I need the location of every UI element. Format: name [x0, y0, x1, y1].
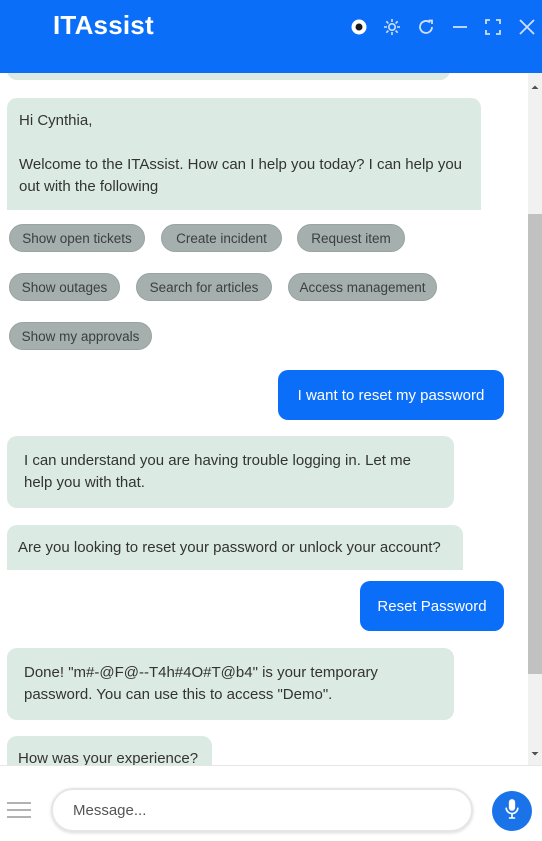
bot-message: Are you looking to reset your password o… — [7, 525, 463, 570]
minimize-icon[interactable] — [449, 16, 471, 38]
quick-reply-show-open-tickets[interactable]: Show open tickets — [9, 224, 145, 252]
welcome-body: Welcome to the ITAssist. How can I help … — [19, 156, 463, 195]
refresh-icon[interactable] — [415, 16, 437, 38]
microphone-button[interactable] — [492, 791, 532, 831]
quick-reply-show-outages[interactable]: Show outages — [9, 273, 120, 301]
bot-message: I can understand you are having trouble … — [7, 436, 454, 508]
quick-reply-request-item[interactable]: Request item — [297, 224, 405, 252]
scroll-down-icon[interactable] — [528, 747, 542, 761]
welcome-message: Hi Cynthia, Welcome to the ITAssist. How… — [7, 98, 481, 210]
maximize-icon[interactable] — [482, 16, 504, 38]
welcome-greeting: Hi Cynthia, — [19, 112, 93, 129]
quick-reply-show-my-approvals[interactable]: Show my approvals — [9, 322, 152, 350]
quick-reply-create-incident[interactable]: Create incident — [161, 224, 282, 252]
user-message: Reset Password — [360, 581, 504, 631]
quick-reply-access-management[interactable]: Access management — [288, 273, 437, 301]
app-title: ITAssist — [53, 10, 154, 40]
settings-icon[interactable] — [381, 16, 403, 38]
user-message: I want to reset my password — [278, 370, 504, 420]
microphone-icon — [503, 798, 521, 825]
menu-icon[interactable] — [6, 801, 32, 821]
close-icon[interactable] — [516, 16, 538, 38]
composer — [0, 765, 542, 841]
chat-header: ITAssist — [0, 0, 542, 73]
scrollbar-thumb[interactable] — [528, 214, 542, 674]
previous-bot-message — [7, 73, 450, 80]
record-icon[interactable] — [348, 16, 370, 38]
scroll-up-icon[interactable] — [528, 80, 542, 94]
message-input[interactable] — [51, 788, 473, 832]
bot-message: Done! "m#-@F@--T4h#4O#T@b4" is your temp… — [7, 648, 454, 720]
bot-message: How was your experience? — [7, 736, 212, 765]
quick-reply-search-for-articles[interactable]: Search for articles — [136, 273, 272, 301]
chat-history: Hi Cynthia, Welcome to the ITAssist. How… — [0, 73, 528, 765]
